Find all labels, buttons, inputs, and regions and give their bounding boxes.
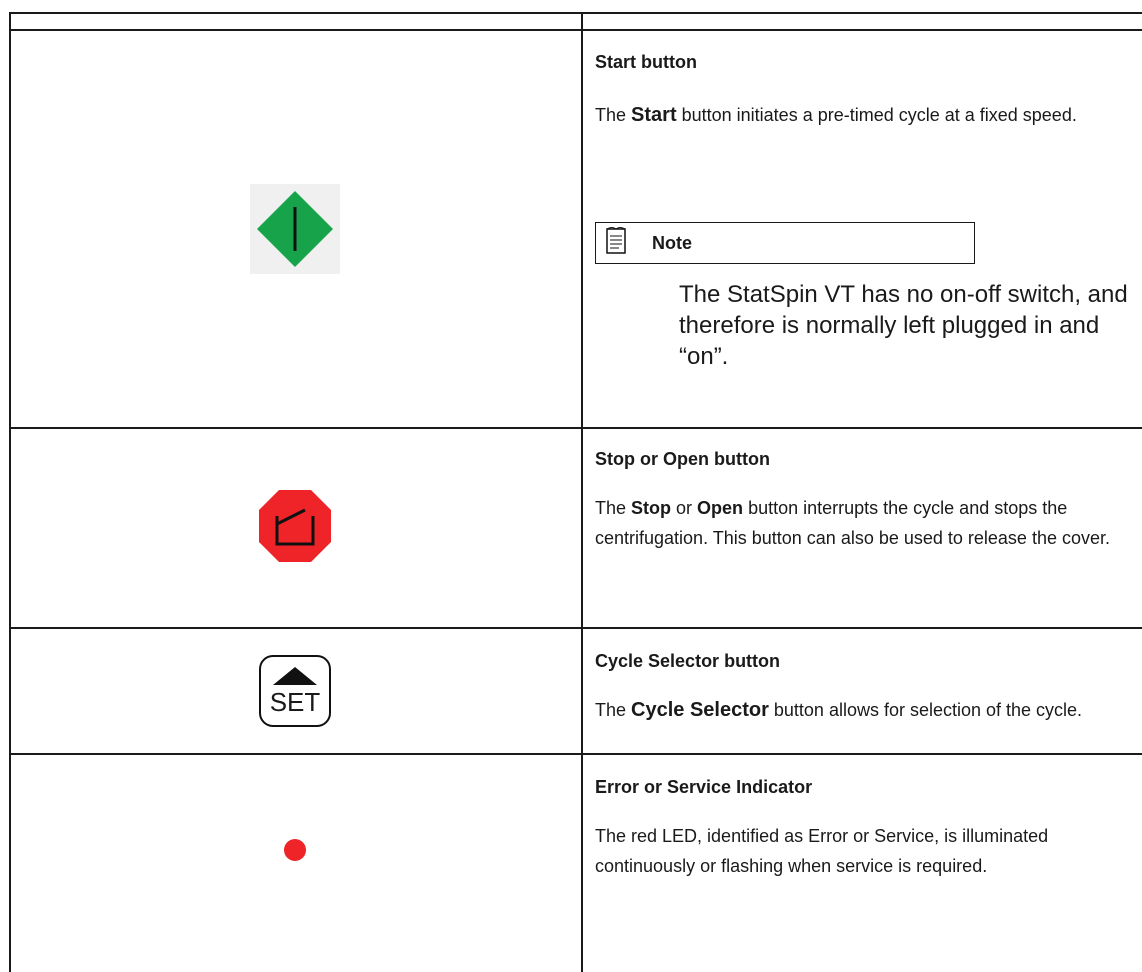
red-led-icon <box>284 839 306 861</box>
led-icon-cell <box>9 755 581 945</box>
led-text-cell: Error or Service Indicator The red LED, … <box>595 775 1142 881</box>
start-icon-cell <box>9 31 581 427</box>
note-box: Note <box>595 222 975 264</box>
start-text-cell: Start button The Start button initiates … <box>595 50 1142 130</box>
set-text-cell: Cycle Selector button The Cycle Selector… <box>595 649 1142 725</box>
stop-description: The Stop or Open button interrupts the c… <box>595 498 1110 548</box>
note-label: Note <box>652 232 692 253</box>
set-icon-cell: SET <box>9 629 581 753</box>
set-title: Cycle Selector button <box>595 651 781 671</box>
column-separator <box>581 12 583 972</box>
start-description: The Start button initiates a pre-timed c… <box>595 104 1077 126</box>
led-title: Error or Service Indicator <box>595 777 813 797</box>
start-diamond-icon <box>250 184 340 274</box>
stop-text-cell: Stop or Open button The Stop or Open but… <box>595 447 1142 553</box>
note-text: The StatSpin VT has no on-off switch, an… <box>679 281 1128 370</box>
led-description: The red LED, identified as Error or Serv… <box>595 826 1049 876</box>
set-button-icon: SET <box>259 655 331 727</box>
stop-icon-cell <box>9 429 581 627</box>
note-icon <box>604 226 630 261</box>
start-title: Start button <box>595 52 697 72</box>
table-border-top <box>9 12 1142 14</box>
controls-table: Start button The Start button initiates … <box>9 12 1142 972</box>
set-description: The Cycle Selector button allows for sel… <box>595 699 1083 721</box>
set-label: SET <box>269 687 321 717</box>
stop-octagon-icon <box>257 488 333 569</box>
stop-title: Stop or Open button <box>595 449 770 469</box>
